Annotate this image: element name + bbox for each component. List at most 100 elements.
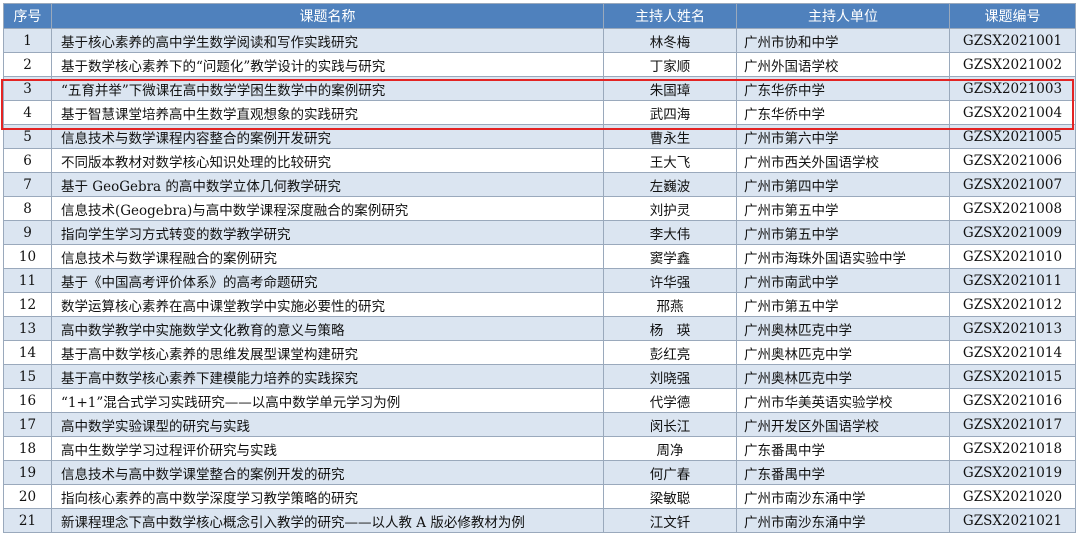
cell-title: 基于《中国高考评价体系》的高考命题研究 (51, 268, 604, 293)
table-row: 11 基于《中国高考评价体系》的高考命题研究 许华强 广州市南武中学 GZSX20210… (3, 268, 1076, 293)
cell-index: 14 (3, 340, 52, 365)
cell-index: 8 (3, 196, 52, 221)
cell-host-name: 丁家顺 (603, 52, 737, 77)
cell-title: 基于高中数学核心素养的思维发展型课堂构建研究 (51, 340, 604, 365)
cell-project-code: GZSX2021007 (949, 172, 1076, 197)
cell-title: 新课程理念下高中数学核心概念引入教学的研究——以人教 A 版必修教材为例 (51, 508, 604, 533)
cell-project-code: GZSX2021016 (949, 388, 1076, 413)
cell-host-name: 窦学鑫 (603, 244, 737, 269)
cell-host-name: 周净 (603, 436, 737, 461)
cell-project-code: GZSX2021005 (949, 124, 1076, 149)
cell-title: 基于高中数学核心素养下建模能力培养的实践探究 (51, 364, 604, 389)
cell-host-unit: 广州奥林匹克中学 (736, 340, 950, 365)
cell-index: 10 (3, 244, 52, 269)
cell-title: 指向学生学习方式转变的数学教学研究 (51, 220, 604, 245)
cell-host-unit: 广州市第五中学 (736, 292, 950, 317)
table-row: 6 不同版本教材对数学核心知识处理的比较研究 王大飞 广州市西关外国语学校 GZSX20… (3, 148, 1076, 173)
cell-host-name: 闵长江 (603, 412, 737, 437)
cell-host-unit: 广州市第五中学 (736, 196, 950, 221)
cell-host-unit: 广州市海珠外国语实验中学 (736, 244, 950, 269)
cell-title: 高中数学教学中实施数学文化教育的意义与策略 (51, 316, 604, 341)
cell-project-code: GZSX2021012 (949, 292, 1076, 317)
cell-project-code: GZSX2021011 (949, 268, 1076, 293)
header-title: 课题名称 (51, 3, 604, 29)
cell-host-unit: 广州奥林匹克中学 (736, 364, 950, 389)
cell-host-unit: 广州市华美英语实验学校 (736, 388, 950, 413)
cell-title: 高中数学实验课型的研究与实践 (51, 412, 604, 437)
cell-title: 高中生数学学习过程评价研究与实践 (51, 436, 604, 461)
table-row: 10 信息技术与数学课程融合的案例研究 窦学鑫 广州市海珠外国语实验中学 GZSX202… (3, 244, 1076, 269)
cell-project-code: GZSX2021019 (949, 460, 1076, 485)
cell-host-name: 彭红亮 (603, 340, 737, 365)
cell-title: 不同版本教材对数学核心知识处理的比较研究 (51, 148, 604, 173)
cell-index: 13 (3, 316, 52, 341)
cell-host-unit: 广州市南沙东涌中学 (736, 508, 950, 533)
cell-index: 1 (3, 28, 52, 53)
cell-host-unit: 广州市南沙东涌中学 (736, 484, 950, 509)
cell-host-unit: 广州外国语学校 (736, 52, 950, 77)
table-row: 20 指向核心素养的高中数学深度学习教学策略的研究 梁敏聪 广州市南沙东涌中学 GZSX… (3, 484, 1076, 509)
table-row: 5 信息技术与数学课程内容整合的案例开发研究 曹永生 广州市第六中学 GZSX20210… (3, 124, 1076, 149)
cell-host-name: 武四海 (603, 100, 737, 125)
cell-project-code: GZSX2021014 (949, 340, 1076, 365)
table-row: 15 基于高中数学核心素养下建模能力培养的实践探究 刘晓强 广州奥林匹克中学 GZSX2… (3, 364, 1076, 389)
cell-title: 基于 GeoGebra 的高中数学立体几何教学研究 (51, 172, 604, 197)
research-project-table-container: 序号 课题名称 主持人姓名 主持人单位 课题编号 1 基于核心素养的高中学生数学阅… (3, 3, 1076, 533)
header-host-name: 主持人姓名 (603, 3, 737, 29)
cell-project-code: GZSX2021006 (949, 148, 1076, 173)
cell-host-name: 邢燕 (603, 292, 737, 317)
cell-title: 指向核心素养的高中数学深度学习教学策略的研究 (51, 484, 604, 509)
cell-title: 基于智慧课堂培养高中生数学直观想象的实践研究 (51, 100, 604, 125)
cell-title: “1+1”混合式学习实践研究——以高中数学单元学习为例 (51, 388, 604, 413)
cell-host-unit: 广东番禺中学 (736, 460, 950, 485)
cell-host-unit: 广州奥林匹克中学 (736, 316, 950, 341)
cell-host-name: 江文钎 (603, 508, 737, 533)
table-row: 12 数学运算核心素养在高中课堂教学中实施必要性的研究 邢燕 广州市第五中学 GZSX2… (3, 292, 1076, 317)
cell-project-code: GZSX2021015 (949, 364, 1076, 389)
cell-index: 20 (3, 484, 52, 509)
table-row: 13 高中数学教学中实施数学文化教育的意义与策略杨 瑛广州奥林匹克中学 GZSX20… (3, 316, 1076, 341)
cell-host-name: 林冬梅 (603, 28, 737, 53)
cell-index: 5 (3, 124, 52, 149)
table-row: 7 基于 GeoGebra 的高中数学立体几何教学研究 左巍波 广州市第四中学 GZSX… (3, 172, 1076, 197)
cell-host-unit: 广东华侨中学 (736, 100, 950, 125)
cell-title: 基于核心素养的高中学生数学阅读和写作实践研究 (51, 28, 604, 53)
cell-project-code: GZSX2021010 (949, 244, 1076, 269)
cell-index: 21 (3, 508, 52, 533)
cell-project-code: GZSX2021003 (949, 76, 1076, 101)
cell-host-unit: 广州开发区外国语学校 (736, 412, 950, 437)
cell-title: “五育并举”下微课在高中数学学困生数学中的案例研究 (51, 76, 604, 101)
cell-index: 2 (3, 52, 52, 77)
cell-index: 3 (3, 76, 52, 101)
cell-project-code: GZSX2021008 (949, 196, 1076, 221)
cell-host-unit: 广州市第四中学 (736, 172, 950, 197)
cell-title: 数学运算核心素养在高中课堂教学中实施必要性的研究 (51, 292, 604, 317)
table-row: 16 “1+1”混合式学习实践研究——以高中数学单元学习为例 代学德 广州市华美英语实… (3, 388, 1076, 413)
cell-host-name: 梁敏聪 (603, 484, 737, 509)
cell-host-unit: 广东华侨中学 (736, 76, 950, 101)
header-project-code: 课题编号 (949, 3, 1076, 29)
cell-host-name: 何广春 (603, 460, 737, 485)
cell-host-name: 刘晓强 (603, 364, 737, 389)
cell-project-code: GZSX2021009 (949, 220, 1076, 245)
cell-project-code: GZSX2021020 (949, 484, 1076, 509)
cell-index: 6 (3, 148, 52, 173)
cell-host-name: 左巍波 (603, 172, 737, 197)
table-body: 1 基于核心素养的高中学生数学阅读和写作实践研究 林冬梅 广州市协和中学 GZSX202… (3, 28, 1076, 533)
table-row: 14 基于高中数学核心素养的思维发展型课堂构建研究 彭红亮 广州奥林匹克中学 GZSX2… (3, 340, 1076, 365)
cell-title: 信息技术与高中数学课堂整合的案例开发的研究 (51, 460, 604, 485)
cell-project-code: GZSX2021017 (949, 412, 1076, 437)
table-row: 9 指向学生学习方式转变的数学教学研究 李大伟 广州市第五中学 GZSX2021009 (3, 220, 1076, 245)
cell-host-unit: 广州市第六中学 (736, 124, 950, 149)
cell-index: 9 (3, 220, 52, 245)
table-row: 21 新课程理念下高中数学核心概念引入教学的研究——以人教 A 版必修教材为例 江文… (3, 508, 1076, 533)
cell-index: 17 (3, 412, 52, 437)
cell-host-name: 王大飞 (603, 148, 737, 173)
cell-project-code: GZSX2021001 (949, 28, 1076, 53)
cell-host-unit: 广州市南武中学 (736, 268, 950, 293)
cell-project-code: GZSX2021013 (949, 316, 1076, 341)
cell-host-unit: 广东番禺中学 (736, 436, 950, 461)
cell-host-unit: 广州市协和中学 (736, 28, 950, 53)
table-row: 2 基于数学核心素养下的“问题化”教学设计的实践与研究 丁家顺 广州外国语学校 GZSX… (3, 52, 1076, 77)
table-row: 4 基于智慧课堂培养高中生数学直观想象的实践研究 武四海 广东华侨中学 GZSX2021… (3, 100, 1076, 125)
